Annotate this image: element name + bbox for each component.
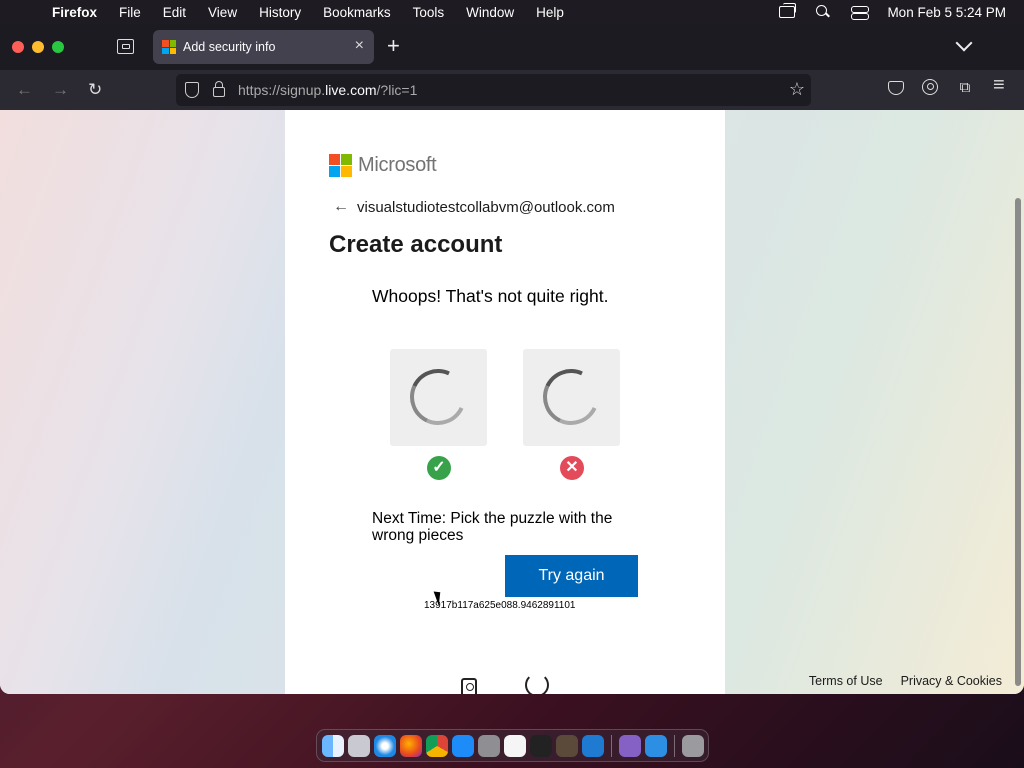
puzzle-option-wrong xyxy=(523,349,620,446)
hamburger-menu-icon[interactable] xyxy=(992,76,1010,97)
visual-studio-icon[interactable] xyxy=(619,734,641,757)
script-editor-icon[interactable] xyxy=(556,734,578,757)
menubar-clock[interactable]: Mon Feb 5 5:24 PM xyxy=(887,5,1006,20)
menu-bar: Firefox File Edit View History Bookmarks… xyxy=(0,0,1024,24)
account-icon[interactable] xyxy=(922,79,938,95)
pocket-icon[interactable] xyxy=(888,81,904,95)
new-tab-icon[interactable]: + xyxy=(387,33,400,59)
menu-history[interactable]: History xyxy=(259,5,301,20)
trash-icon[interactable] xyxy=(682,734,704,757)
finder-icon[interactable] xyxy=(322,734,344,757)
microsoft-wordmark: Microsoft xyxy=(358,154,437,176)
menu-help[interactable]: Help xyxy=(536,5,564,20)
firefox-icon[interactable] xyxy=(400,734,422,757)
microsoft-logo: Microsoft xyxy=(329,154,437,177)
challenge-message: Whoops! That's not quite right. xyxy=(372,286,609,306)
list-all-tabs-chevron-icon[interactable] xyxy=(955,34,973,52)
url-text[interactable]: https://signup.live.com/?lic=1 xyxy=(238,82,417,98)
terminal-icon[interactable] xyxy=(530,734,552,757)
tracking-protection-shield-icon[interactable] xyxy=(185,82,199,98)
menu-file[interactable]: File xyxy=(119,5,141,20)
extensions-puzzle-icon[interactable]: ⧉ xyxy=(956,79,974,97)
terms-of-use-link[interactable]: Terms of Use xyxy=(809,674,883,688)
system-settings-icon[interactable] xyxy=(478,734,500,757)
forward-arrow-icon[interactable]: → xyxy=(52,80,69,100)
dock-separator xyxy=(611,734,612,757)
page-content: Microsoft ← visualstudiotestcollabvm@out… xyxy=(0,110,1024,694)
back-arrow-icon[interactable]: ← xyxy=(333,198,349,216)
identity-banner[interactable]: ← visualstudiotestcollabvm@outlook.com xyxy=(333,198,615,216)
spotlight-search-icon[interactable] xyxy=(815,5,831,19)
try-again-button[interactable]: Try again xyxy=(505,555,638,597)
microsoft-squares-icon xyxy=(329,154,352,177)
cloud-app-icon[interactable] xyxy=(645,734,667,757)
launchpad-icon[interactable] xyxy=(348,734,370,757)
close-tab-icon[interactable]: × xyxy=(355,37,364,55)
zoom-window-button[interactable] xyxy=(52,41,64,53)
textedit-icon[interactable] xyxy=(504,734,526,757)
menu-view[interactable]: View xyxy=(208,5,237,20)
reload-icon[interactable]: ↻ xyxy=(88,80,102,100)
signup-card: Microsoft ← visualstudiotestcollabvm@out… xyxy=(285,110,725,694)
tab-add-security-info[interactable]: Add security info × xyxy=(153,30,374,64)
challenge-hint: Next Time: Pick the puzzle with the wron… xyxy=(372,510,613,544)
footer-links: Terms of Use Privacy & Cookies xyxy=(809,674,1002,688)
control-center-icon[interactable] xyxy=(851,5,870,20)
navigation-toolbar: ← → ↻ https://signup.live.com/?lic=1 ☆ ⧉ xyxy=(0,70,1024,110)
window-controls xyxy=(12,41,64,53)
browser-window: Add security info × + ← → ↻ https://sign… xyxy=(0,24,1024,694)
microsoft-favicon-icon xyxy=(162,40,176,54)
refresh-challenge-icon[interactable] xyxy=(525,673,549,694)
menu-tools[interactable]: Tools xyxy=(413,5,445,20)
back-arrow-icon[interactable]: ← xyxy=(16,80,33,100)
dock-separator xyxy=(674,734,675,757)
close-window-button[interactable] xyxy=(12,41,24,53)
safari-icon[interactable] xyxy=(374,734,396,757)
session-id: 13917b117a625e088.9462891101 xyxy=(424,600,576,611)
privacy-cookies-link[interactable]: Privacy & Cookies xyxy=(901,674,1002,688)
minimize-window-button[interactable] xyxy=(32,41,44,53)
page-scrollbar[interactable] xyxy=(1015,198,1021,686)
menu-bookmarks[interactable]: Bookmarks xyxy=(323,5,391,20)
screen-mirroring-icon[interactable] xyxy=(779,3,797,18)
page-title: Create account xyxy=(329,231,503,258)
vscode-icon[interactable] xyxy=(582,734,604,757)
menu-app-firefox[interactable]: Firefox xyxy=(52,5,97,20)
loading-spinner-icon xyxy=(402,361,474,433)
dock xyxy=(316,729,709,762)
firefox-view-icon[interactable] xyxy=(117,39,134,54)
audio-challenge-icon[interactable] xyxy=(461,678,477,694)
tab-bar: Add security info × + xyxy=(0,24,1024,70)
tab-title: Add security info xyxy=(183,40,276,54)
chrome-icon[interactable] xyxy=(426,734,448,757)
bookmark-star-icon[interactable]: ☆ xyxy=(789,79,805,100)
loading-spinner-icon xyxy=(535,361,607,433)
address-bar[interactable]: https://signup.live.com/?lic=1 ☆ xyxy=(176,74,811,106)
lock-icon[interactable] xyxy=(213,81,225,97)
menu-window[interactable]: Window xyxy=(466,5,514,20)
identity-email: visualstudiotestcollabvm@outlook.com xyxy=(357,198,615,216)
x-mark-icon: ✕ xyxy=(560,456,584,480)
checkmark-icon: ✓ xyxy=(427,456,451,480)
menu-edit[interactable]: Edit xyxy=(163,5,186,20)
puzzle-option-correct xyxy=(390,349,487,446)
app-store-icon[interactable] xyxy=(452,734,474,757)
